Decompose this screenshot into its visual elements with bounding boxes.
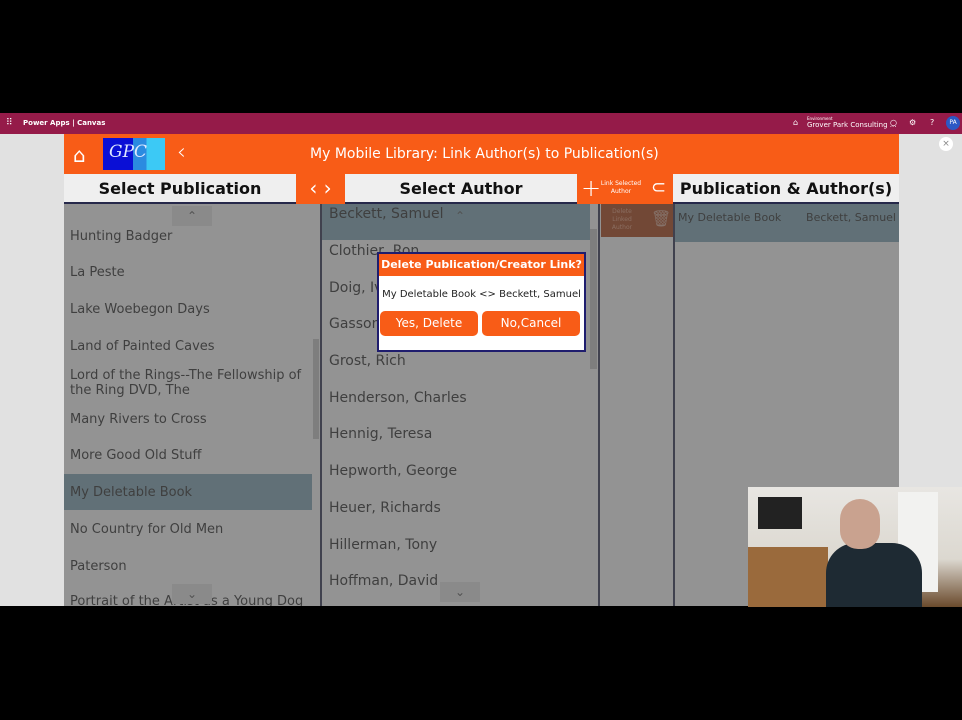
yes-delete-button[interactable]: Yes, Delete xyxy=(380,311,478,336)
webcam-desk xyxy=(748,547,828,607)
webcam-monitor xyxy=(758,497,802,529)
gpc-logo: GPC xyxy=(103,138,165,170)
back-icon[interactable]: ‹ xyxy=(177,140,186,165)
webcam-video xyxy=(748,487,962,607)
webcam-person xyxy=(826,499,922,607)
app-launcher-icon[interactable]: ⠿ xyxy=(6,118,13,128)
settings-icon[interactable]: ⚙ xyxy=(909,118,916,127)
brand-label: Power Apps | Canvas xyxy=(23,119,106,127)
avatar[interactable]: PA xyxy=(946,116,960,130)
help-icon[interactable]: ? xyxy=(930,118,934,127)
link-button-label: Link Selected Author xyxy=(600,180,642,195)
page-title: My Mobile Library: Link Author(s) to Pub… xyxy=(310,146,659,162)
paperclip-icon: ⊂ xyxy=(651,177,667,198)
nav-arrows-button[interactable]: ‹ › xyxy=(296,174,345,204)
select-author-header: Select Author xyxy=(345,174,577,204)
webcam-person-body xyxy=(826,543,922,607)
environment-name: Grover Park Consulting ... xyxy=(807,121,897,129)
power-apps-topbar: ⠿ Power Apps | Canvas ⌂ Environment Grov… xyxy=(0,113,962,134)
notification-icon[interactable]: ○ xyxy=(890,118,897,127)
no-cancel-button[interactable]: No,Cancel xyxy=(482,311,580,336)
link-selected-author-button[interactable]: + Link Selected Author ⊂ xyxy=(577,174,673,204)
home-icon[interactable]: ⌂ xyxy=(73,143,86,167)
close-icon[interactable]: × xyxy=(939,137,953,151)
webcam-person-head xyxy=(840,499,880,549)
environment-icon: ⌂ xyxy=(793,118,799,127)
dialog-title: Delete Publication/Creator Link? xyxy=(379,254,584,276)
app-header: ⌂ GPC ‹ My Mobile Library: Link Author(s… xyxy=(64,134,899,174)
delete-confirm-dialog: Delete Publication/Creator Link? My Dele… xyxy=(377,252,586,352)
publication-authors-header: Publication & Author(s) xyxy=(673,174,899,204)
select-publication-header: Select Publication xyxy=(64,174,296,204)
environment-picker[interactable]: Environment Grover Park Consulting ... xyxy=(807,115,896,129)
dialog-message: My Deletable Book <> Beckett, Samuel xyxy=(382,289,581,300)
